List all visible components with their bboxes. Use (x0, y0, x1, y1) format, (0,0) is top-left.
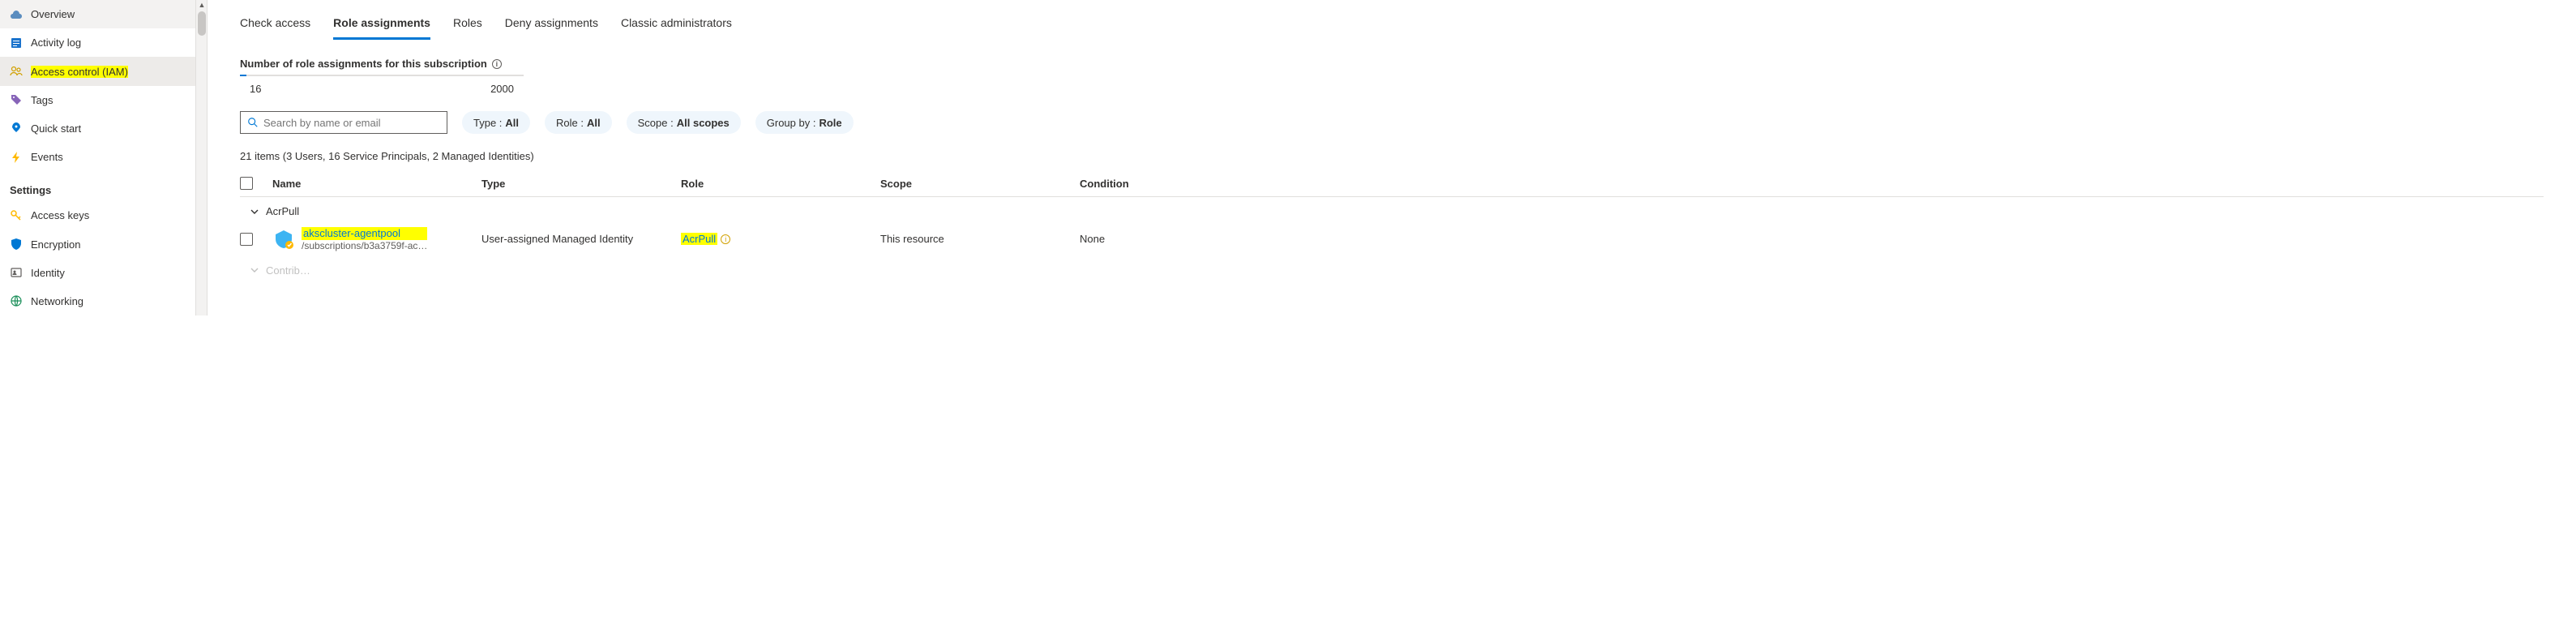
sidebar-item-label: Activity log (31, 36, 81, 49)
sidebar-item-label: Access control (IAM) (31, 66, 128, 78)
scrollbar-thumb[interactable] (198, 11, 206, 36)
column-header-condition[interactable]: Condition (1080, 178, 2544, 190)
sidebar-item-label: Quick start (31, 122, 81, 135)
managed-identity-icon (272, 228, 295, 251)
identity-icon (10, 266, 23, 279)
identity-cell[interactable]: akscluster-agentpool /subscriptions/b3a3… (272, 227, 472, 251)
sidebar-item-networking[interactable]: Networking (0, 287, 207, 316)
chevron-down-icon (250, 265, 259, 275)
filter-scope[interactable]: Scope : All scopes (627, 111, 741, 134)
items-summary: 21 items (3 Users, 16 Service Principals… (240, 150, 2544, 162)
row-role-link[interactable]: AcrPull i (681, 233, 730, 245)
sidebar-item-label: Events (31, 151, 63, 163)
sidebar-item-identity[interactable]: Identity (0, 259, 207, 287)
network-icon (10, 294, 23, 307)
sidebar-item-label: Access keys (31, 209, 89, 221)
group-row-acrpull[interactable]: AcrPull (240, 197, 2544, 222)
log-icon (10, 36, 23, 49)
quota-limit: 2000 (490, 83, 514, 95)
scrollbar[interactable]: ▲ (195, 0, 207, 316)
row-checkbox[interactable] (240, 233, 253, 246)
quota-used: 16 (250, 83, 261, 95)
group-name: AcrPull (266, 205, 299, 217)
sidebar-item-access-control[interactable]: Access control (IAM) (0, 57, 207, 85)
column-header-role[interactable]: Role (681, 178, 871, 190)
sidebar-section-settings: Settings (0, 171, 207, 201)
cloud-icon (10, 8, 23, 21)
sidebar-item-encryption[interactable]: Encryption (0, 230, 207, 258)
row-role-label: AcrPull (681, 233, 717, 245)
row-scope: This resource (880, 233, 1070, 245)
tag-icon (10, 93, 23, 106)
sidebar-item-label: Overview (31, 8, 75, 20)
quota-progress (240, 75, 524, 76)
select-all-checkbox[interactable] (240, 177, 253, 190)
tab-roles[interactable]: Roles (453, 11, 482, 40)
tab-deny-assignments[interactable]: Deny assignments (505, 11, 598, 40)
sidebar-item-events[interactable]: Events (0, 143, 207, 171)
column-header-name[interactable]: Name (272, 178, 472, 190)
search-icon (247, 117, 259, 128)
rocket-icon (10, 122, 23, 135)
column-header-type[interactable]: Type (481, 178, 671, 190)
row-condition: None (1080, 233, 2544, 245)
key-icon (10, 209, 23, 222)
bolt-icon (10, 151, 23, 164)
search-input[interactable] (263, 117, 440, 129)
sidebar-item-tags[interactable]: Tags (0, 86, 207, 114)
filter-toolbar: Type : All Role : All Scope : All scopes… (240, 111, 2544, 134)
chevron-down-icon (250, 207, 259, 217)
sidebar-item-label: Tags (31, 94, 53, 106)
scroll-up-icon[interactable]: ▲ (197, 0, 207, 10)
identity-sub: /subscriptions/b3a3759f-ac… (302, 240, 427, 251)
sidebar-item-access-keys[interactable]: Access keys (0, 201, 207, 230)
filter-groupby[interactable]: Group by : Role (755, 111, 854, 134)
quota-labels: 16 2000 (240, 79, 524, 98)
table-header: Name Type Role Scope Condition (240, 170, 2544, 197)
row-type: User-assigned Managed Identity (481, 233, 671, 245)
tab-check-access[interactable]: Check access (240, 11, 310, 40)
tab-role-assignments[interactable]: Role assignments (333, 11, 430, 40)
sidebar: Overview Activity log Access control (IA… (0, 0, 208, 316)
quota-progress-fill (240, 75, 246, 76)
search-box[interactable] (240, 111, 447, 134)
group-row-contributor[interactable]: Contrib… (240, 256, 2544, 281)
column-header-scope[interactable]: Scope (880, 178, 1070, 190)
filter-role[interactable]: Role : All (545, 111, 612, 134)
quota-title-row: Number of role assignments for this subs… (240, 58, 2544, 70)
sidebar-item-activity-log[interactable]: Activity log (0, 28, 207, 57)
shield-icon (10, 238, 23, 251)
table-row: akscluster-agentpool /subscriptions/b3a3… (240, 222, 2544, 256)
sidebar-item-label: Encryption (31, 238, 80, 251)
main-content: Check access Role assignments Roles Deny… (208, 0, 2576, 316)
sidebar-item-quick-start[interactable]: Quick start (0, 114, 207, 143)
filter-type[interactable]: Type : All (462, 111, 530, 134)
quota-title: Number of role assignments for this subs… (240, 58, 487, 70)
sidebar-item-label: Networking (31, 295, 83, 307)
info-icon[interactable]: i (492, 59, 502, 69)
identity-name: akscluster-agentpool (302, 227, 427, 240)
sidebar-item-overview[interactable]: Overview (0, 0, 207, 28)
group-name: Contrib… (266, 264, 310, 277)
people-icon (10, 65, 23, 78)
sidebar-item-label: Identity (31, 267, 65, 279)
info-icon[interactable]: i (721, 234, 730, 244)
tabs: Check access Role assignments Roles Deny… (240, 11, 2544, 40)
tab-classic-administrators[interactable]: Classic administrators (621, 11, 732, 40)
